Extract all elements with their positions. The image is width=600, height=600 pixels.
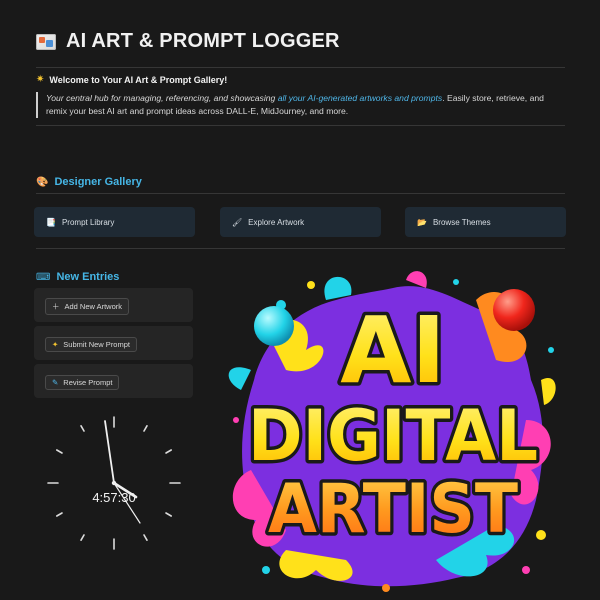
- sun-icon: ✷: [36, 74, 45, 85]
- new-entries-heading-text: New Entries: [56, 271, 120, 283]
- add-new-artwork-button[interactable]: ＋ Add New Artwork: [45, 298, 130, 315]
- entry-card: ✦ Submit New Prompt: [34, 326, 193, 360]
- clock-time: 4:57:30: [92, 490, 136, 505]
- submit-new-prompt-button[interactable]: ✦ Submit New Prompt: [45, 337, 137, 352]
- browse-themes-label: Browse Themes: [432, 217, 491, 227]
- folder-icon: 📂: [417, 217, 427, 227]
- clock-center: [111, 480, 117, 486]
- callout-highlight: all your AI-generated artworks and promp…: [277, 93, 443, 103]
- revise-prompt-label: Revise Prompt: [63, 378, 113, 387]
- minute-hand: [104, 420, 115, 484]
- ai-digital-artist-artwork: AI DIGITAL ARTIST: [228, 271, 556, 592]
- sparkle-icon: ✦: [52, 340, 59, 349]
- designer-gallery-heading: 🎨 Designer Gallery: [36, 176, 142, 188]
- welcome-heading-text: Welcome to Your AI Art & Prompt Gallery!: [49, 74, 228, 85]
- entry-card: ＋ Add New Artwork: [34, 288, 193, 322]
- revise-prompt-button[interactable]: ✎ Revise Prompt: [45, 375, 120, 390]
- submit-new-prompt-label: Submit New Prompt: [63, 340, 130, 349]
- cyan-ball: [254, 306, 294, 346]
- red-ball: [493, 289, 535, 331]
- palette-icon: 🎨: [36, 176, 49, 188]
- divider: [36, 248, 565, 249]
- explore-artwork-button[interactable]: 🖌 Explore Artwork: [220, 207, 381, 237]
- browse-themes-button[interactable]: 📂 Browse Themes: [405, 207, 566, 237]
- callout-lead: Your central hub for managing, referenci…: [46, 93, 278, 103]
- paintbrush-icon: 🖌: [232, 217, 243, 227]
- artwork-line-1: AI: [340, 297, 445, 404]
- artwork-line-3: ARTIST: [268, 470, 519, 549]
- explore-artwork-label: Explore Artwork: [248, 217, 305, 227]
- entry-card: ✎ Revise Prompt: [34, 364, 193, 398]
- page-title-text: AI ART & PROMPT LOGGER: [66, 30, 340, 52]
- keyboard-icon: ⌨: [36, 271, 51, 283]
- welcome-callout: Your central hub for managing, referenci…: [36, 92, 566, 118]
- divider: [36, 193, 565, 194]
- plus-icon: ＋: [52, 302, 60, 311]
- page-title: AI ART & PROMPT LOGGER: [36, 30, 340, 53]
- edit-icon: ✎: [52, 378, 59, 387]
- new-entries-heading: ⌨ New Entries: [36, 271, 119, 283]
- divider: [36, 67, 565, 68]
- analog-clock: [47, 416, 181, 550]
- prompt-library-label: Prompt Library: [61, 217, 115, 227]
- prompt-library-button[interactable]: 📑 Prompt Library: [34, 207, 195, 237]
- designer-gallery-heading-text: Designer Gallery: [54, 176, 142, 188]
- framed-picture-icon: [36, 33, 56, 50]
- welcome-heading: ✷ Welcome to Your AI Art & Prompt Galler…: [36, 74, 227, 85]
- artwork-line-2: DIGITAL: [248, 395, 538, 477]
- bookmark-icon: 📑: [46, 217, 56, 227]
- add-new-artwork-label: Add New Artwork: [64, 302, 123, 311]
- divider: [36, 125, 565, 126]
